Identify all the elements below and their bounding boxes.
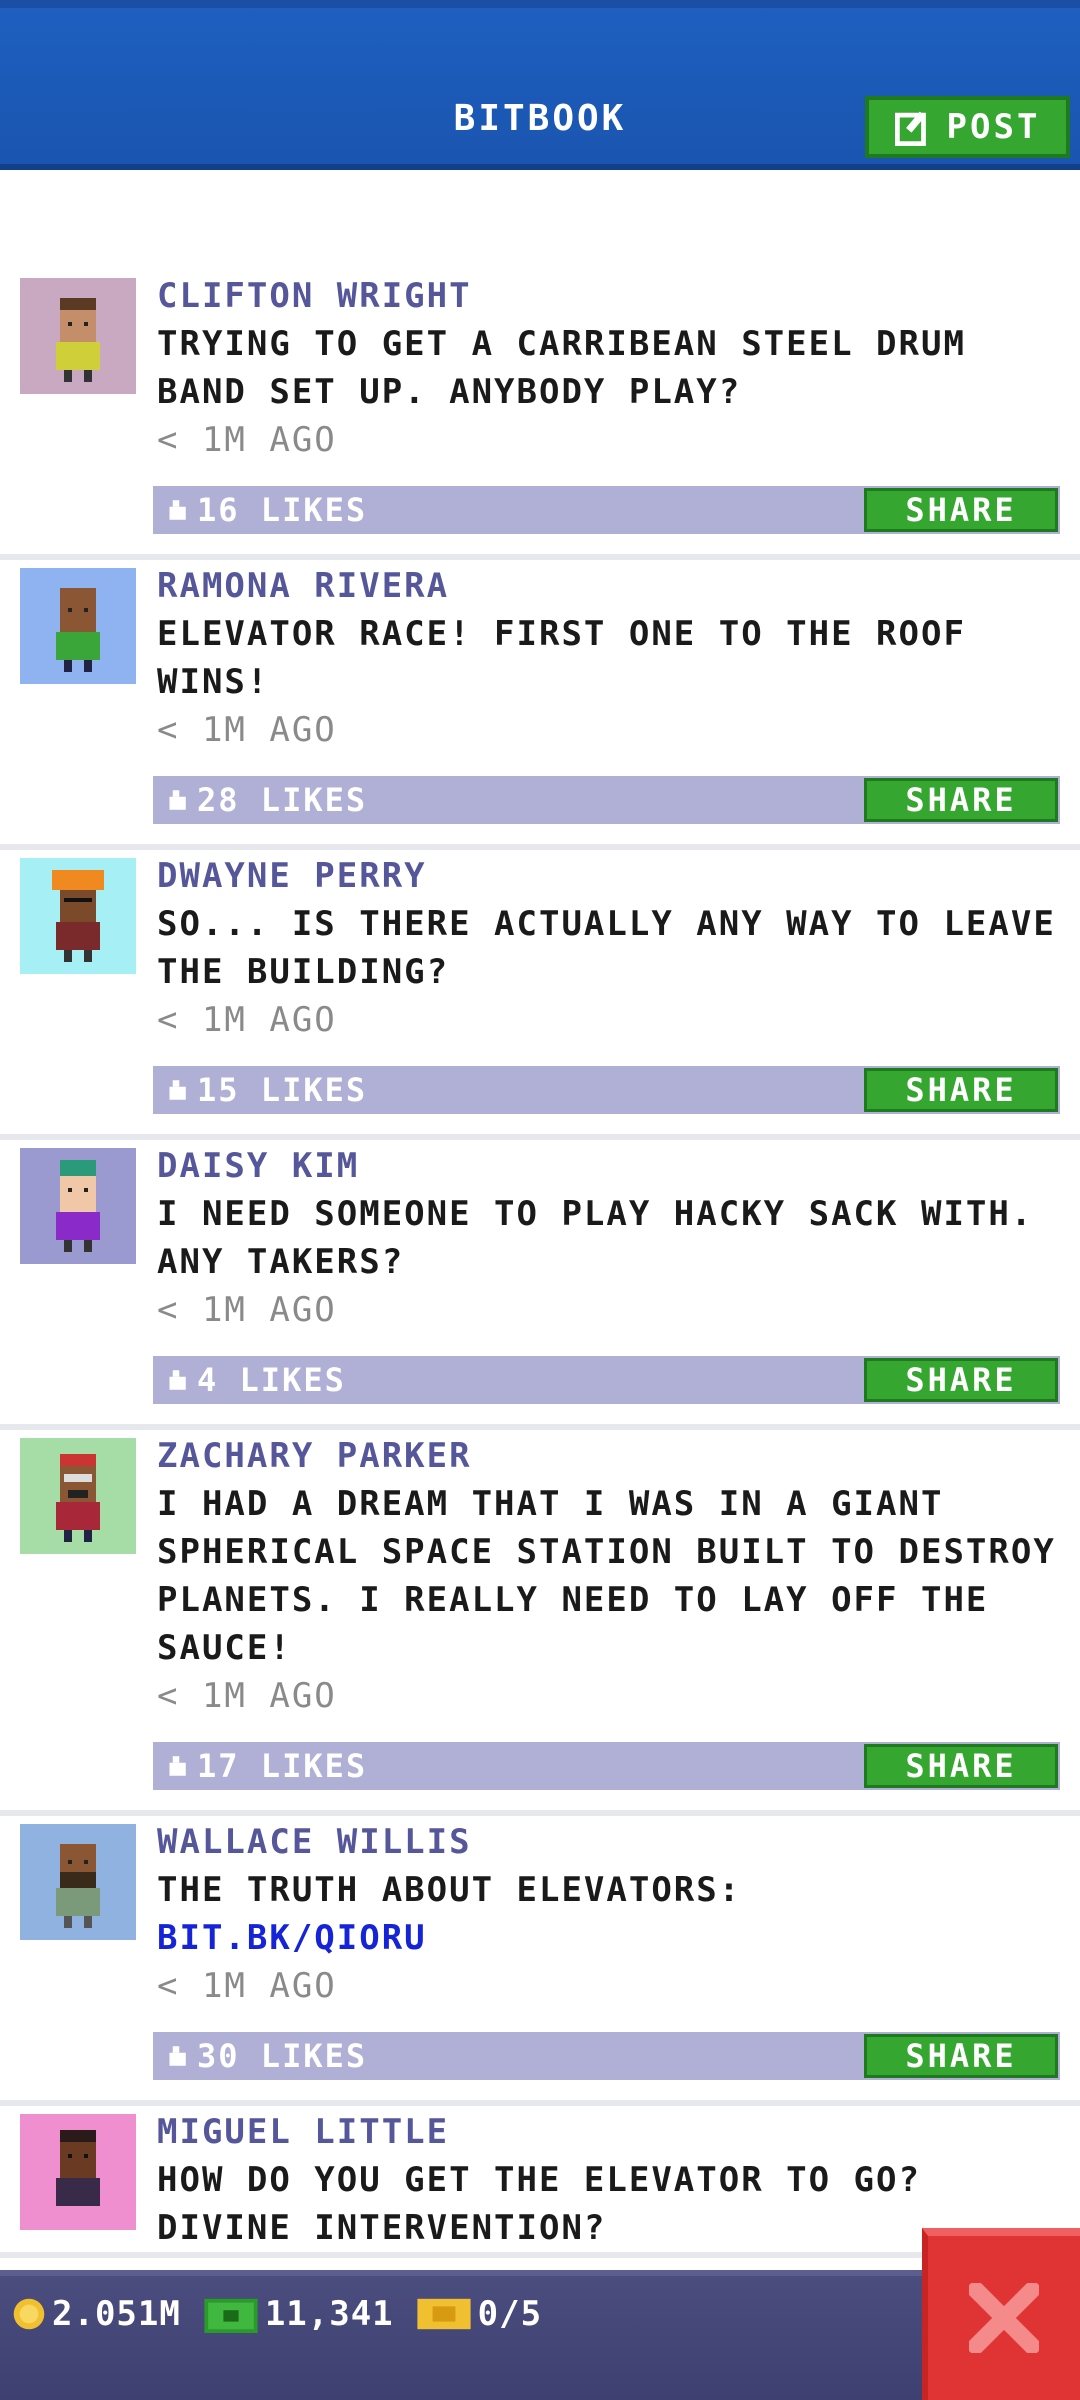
feed-post: DWAYNE PERRY SO... IS THERE ACTUALLY ANY… bbox=[0, 850, 1080, 1140]
post-author[interactable]: DAISY KIM bbox=[157, 1142, 1072, 1190]
avatar-person-icon bbox=[20, 1438, 136, 1554]
bux-value: 11,341 bbox=[264, 2294, 394, 2334]
avatar-person-icon bbox=[20, 2114, 136, 2230]
like-bar[interactable]: 17 LIKES SHARE bbox=[153, 1742, 1060, 1790]
feed-post: ZACHARY PARKER I HAD A DREAM THAT I WAS … bbox=[0, 1430, 1080, 1816]
post-time: < 1M AGO bbox=[157, 1290, 337, 1330]
share-button[interactable]: SHARE bbox=[864, 778, 1058, 822]
post-button-label: POST bbox=[946, 107, 1041, 147]
avatar-person-icon bbox=[20, 1824, 136, 1940]
avatar[interactable] bbox=[20, 858, 136, 974]
tickets-stat: 0/5 bbox=[416, 2294, 542, 2334]
post-time: < 1M AGO bbox=[157, 420, 337, 460]
post-time: < 1M AGO bbox=[157, 1676, 337, 1716]
post-message-text: THE TRUTH ABOUT ELEVATORS: bbox=[157, 1870, 742, 1910]
compose-icon bbox=[894, 111, 926, 146]
avatar[interactable] bbox=[20, 1438, 136, 1554]
post-author[interactable]: DWAYNE PERRY bbox=[157, 852, 1072, 900]
like-count: 15 LIKES bbox=[197, 1071, 368, 1109]
like-bar[interactable]: 15 LIKES SHARE bbox=[153, 1066, 1060, 1114]
coins-value: 2.051M bbox=[52, 2294, 181, 2334]
thumbs-up-icon bbox=[169, 1756, 186, 1776]
feed-post: MIGUEL LITTLE HOW DO YOU GET THE ELEVATO… bbox=[0, 2106, 1080, 2258]
thumbs-up-icon bbox=[169, 500, 186, 520]
coin-icon bbox=[13, 2298, 45, 2330]
share-button[interactable]: SHARE bbox=[864, 1744, 1058, 1788]
bitbook-feed[interactable]: CLIFTON WRIGHT TRYING TO GET A CARRIBEAN… bbox=[0, 270, 1080, 2258]
ticket-icon bbox=[417, 2298, 471, 2330]
like-count: 16 LIKES bbox=[197, 491, 368, 529]
avatar[interactable] bbox=[20, 568, 136, 684]
feed-post: RAMONA RIVERA ELEVATOR RACE! FIRST ONE T… bbox=[0, 560, 1080, 850]
post-author[interactable]: MIGUEL LITTLE bbox=[157, 2108, 1072, 2156]
avatar[interactable] bbox=[20, 278, 136, 394]
post-author[interactable]: RAMONA RIVERA bbox=[157, 562, 1072, 610]
share-button[interactable]: SHARE bbox=[864, 488, 1058, 532]
like-count: 30 LIKES bbox=[197, 2037, 368, 2075]
like-bar[interactable]: 16 LIKES SHARE bbox=[153, 486, 1060, 534]
like-count: 4 LIKES bbox=[197, 1361, 346, 1399]
like-bar[interactable]: 30 LIKES SHARE bbox=[153, 2032, 1060, 2080]
coins-stat: 2.051M bbox=[12, 2294, 181, 2334]
thumbs-up-icon bbox=[169, 2046, 186, 2066]
avatar[interactable] bbox=[20, 2114, 136, 2230]
post-time: < 1M AGO bbox=[157, 710, 337, 750]
avatar-person-icon bbox=[20, 278, 136, 394]
post-message: THE TRUTH ABOUT ELEVATORS: BIT.BK/QIORU bbox=[157, 1866, 1072, 1962]
bux-stat: 11,341 bbox=[203, 2294, 394, 2334]
status-bar: 2.051M 11,341 0/5 bbox=[0, 2270, 1080, 2400]
thumbs-up-icon bbox=[169, 790, 186, 810]
avatar-person-icon bbox=[20, 1148, 136, 1264]
bux-cash-icon bbox=[204, 2298, 258, 2333]
like-count: 28 LIKES bbox=[197, 781, 368, 819]
like-bar[interactable]: 4 LIKES SHARE bbox=[153, 1356, 1060, 1404]
like-count: 17 LIKES bbox=[197, 1747, 368, 1785]
post-link[interactable]: BIT.BK/QIORU bbox=[157, 1914, 1072, 1962]
avatar-person-icon bbox=[20, 568, 136, 684]
thumbs-up-icon bbox=[169, 1370, 186, 1390]
feed-post: CLIFTON WRIGHT TRYING TO GET A CARRIBEAN… bbox=[0, 270, 1080, 560]
post-message: I NEED SOMEONE TO PLAY HACKY SACK WITH. … bbox=[157, 1194, 1034, 1282]
post-message: ELEVATOR RACE! FIRST ONE TO THE ROOF WIN… bbox=[157, 614, 966, 702]
post-message: TRYING TO GET A CARRIBEAN STEEL DRUM BAN… bbox=[157, 324, 966, 412]
close-button[interactable] bbox=[922, 2228, 1080, 2400]
share-button[interactable]: SHARE bbox=[864, 1358, 1058, 1402]
post-message: I HAD A DREAM THAT I WAS IN A GIANT SPHE… bbox=[157, 1484, 1056, 1668]
post-time: < 1M AGO bbox=[157, 1966, 337, 2006]
post-time: < 1M AGO bbox=[157, 1000, 337, 1040]
avatar[interactable] bbox=[20, 1148, 136, 1264]
post-author[interactable]: ZACHARY PARKER bbox=[157, 1432, 1072, 1480]
tickets-value: 0/5 bbox=[477, 2294, 543, 2334]
close-icon bbox=[969, 2283, 1039, 2353]
thumbs-up-icon bbox=[169, 1080, 186, 1100]
post-author[interactable]: WALLACE WILLIS bbox=[157, 1818, 1072, 1866]
like-bar[interactable]: 28 LIKES SHARE bbox=[153, 776, 1060, 824]
post-message: SO... IS THERE ACTUALLY ANY WAY TO LEAVE… bbox=[157, 904, 1056, 992]
avatar[interactable] bbox=[20, 1824, 136, 1940]
post-button[interactable]: POST bbox=[865, 96, 1070, 158]
feed-post: WALLACE WILLIS THE TRUTH ABOUT ELEVATORS… bbox=[0, 1816, 1080, 2106]
feed-post: DAISY KIM I NEED SOMEONE TO PLAY HACKY S… bbox=[0, 1140, 1080, 1430]
app-header: BITBOOK POST bbox=[0, 0, 1080, 170]
share-button[interactable]: SHARE bbox=[864, 2034, 1058, 2078]
avatar-person-icon bbox=[20, 858, 136, 974]
post-author[interactable]: CLIFTON WRIGHT bbox=[157, 272, 1072, 320]
share-button[interactable]: SHARE bbox=[864, 1068, 1058, 1112]
